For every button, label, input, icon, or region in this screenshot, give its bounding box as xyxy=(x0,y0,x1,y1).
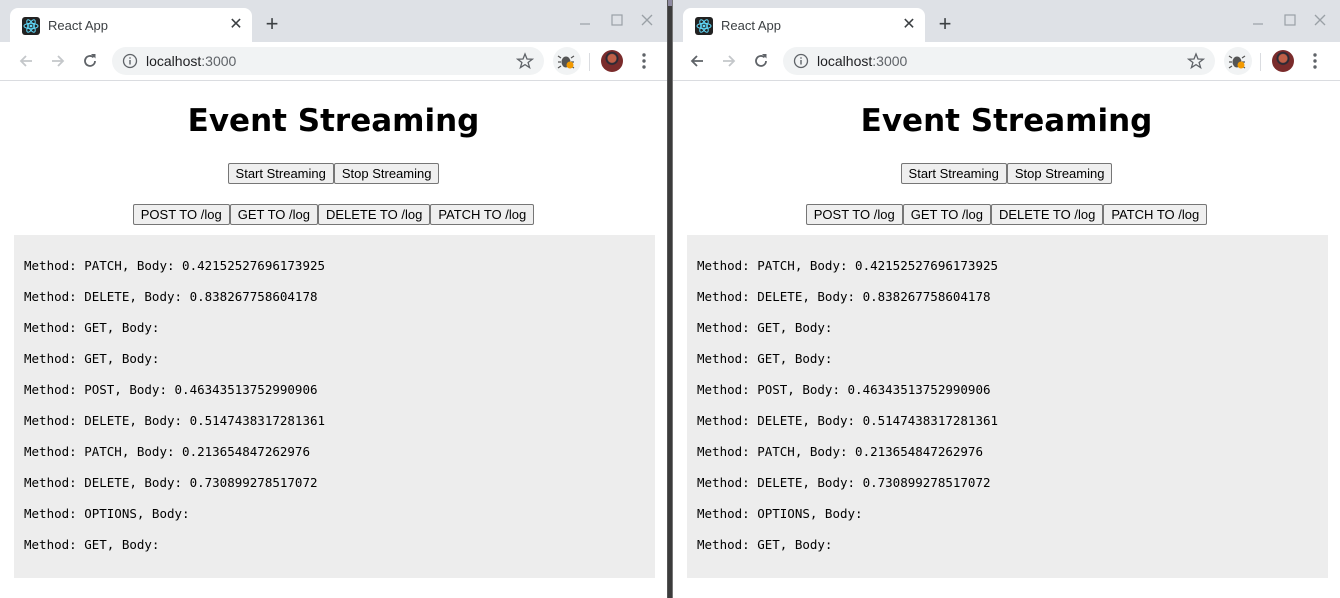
minimize-icon[interactable] xyxy=(577,12,593,28)
patch-log-button[interactable]: PATCH TO /log xyxy=(1103,204,1208,225)
event-log: Method: PATCH, Body: 0.42152527696173925… xyxy=(14,235,655,578)
log-line: Method: GET, Body: xyxy=(24,351,160,366)
stream-controls: Start Streaming Stop Streaming xyxy=(673,163,1340,184)
log-line: Method: DELETE, Body: 0.730899278517072 xyxy=(24,475,318,490)
avatar[interactable] xyxy=(1272,50,1294,72)
react-logo-icon xyxy=(695,17,713,35)
tab-bar: React App ✕ + xyxy=(673,0,1340,42)
window-close-icon[interactable] xyxy=(1312,12,1328,28)
tab-title: React App xyxy=(721,18,781,33)
tab-title: React App xyxy=(48,18,108,33)
browser-toolbar: localhost:3000 xyxy=(0,42,667,81)
log-line: Method: PATCH, Body: 0.42152527696173925 xyxy=(24,258,326,273)
log-line: Method: DELETE, Body: 0.838267758604178 xyxy=(697,289,991,304)
reload-icon[interactable] xyxy=(751,51,771,71)
arrow-left-icon[interactable] xyxy=(687,51,707,71)
delete-log-button[interactable]: DELETE TO /log xyxy=(317,204,431,225)
browser-window-left: React App ✕ + localhost:3000 Event Strea… xyxy=(0,0,668,598)
arrow-right-icon[interactable] xyxy=(719,51,739,71)
method-controls: POST TO /log GET TO /log DELETE TO /log … xyxy=(0,204,667,225)
bug-extension-icon[interactable] xyxy=(553,47,581,75)
arrow-right-icon[interactable] xyxy=(48,51,68,71)
log-line: Method: POST, Body: 0.46343513752990906 xyxy=(697,382,991,397)
plus-icon[interactable]: + xyxy=(262,13,282,35)
kebab-menu-icon[interactable] xyxy=(636,51,652,71)
log-line: Method: GET, Body: xyxy=(697,320,833,335)
react-logo-icon xyxy=(22,17,40,35)
patch-log-button[interactable]: PATCH TO /log xyxy=(430,204,535,225)
info-icon[interactable] xyxy=(793,53,809,69)
window-close-icon[interactable] xyxy=(639,12,655,28)
reload-icon[interactable] xyxy=(80,51,100,71)
log-line: Method: DELETE, Body: 0.5147438317281361 xyxy=(24,413,326,428)
stop-streaming-button[interactable]: Stop Streaming xyxy=(333,163,440,184)
log-line: Method: OPTIONS, Body: xyxy=(24,506,190,521)
toolbar-divider xyxy=(1260,53,1261,71)
plus-icon[interactable]: + xyxy=(935,13,955,35)
log-line: Method: GET, Body: xyxy=(24,537,160,552)
start-streaming-button[interactable]: Start Streaming xyxy=(227,163,334,184)
log-line: Method: PATCH, Body: 0.213654847262976 xyxy=(24,444,310,459)
log-line: Method: PATCH, Body: 0.213654847262976 xyxy=(697,444,983,459)
browser-window-right: React App ✕ + localhost:3000 Event Strea… xyxy=(672,0,1340,598)
avatar[interactable] xyxy=(601,50,623,72)
get-log-button[interactable]: GET TO /log xyxy=(229,204,318,225)
bug-extension-icon[interactable] xyxy=(1224,47,1252,75)
info-icon[interactable] xyxy=(122,53,138,69)
page-content: Event Streaming Start Streaming Stop Str… xyxy=(673,81,1340,598)
kebab-menu-icon[interactable] xyxy=(1307,51,1323,71)
tab-react-app[interactable]: React App ✕ xyxy=(683,8,925,42)
stop-streaming-button[interactable]: Stop Streaming xyxy=(1006,163,1113,184)
url-text: localhost:3000 xyxy=(146,53,237,69)
tab-bar: React App ✕ + xyxy=(0,0,667,42)
page-content: Event Streaming Start Streaming Stop Str… xyxy=(0,81,667,598)
log-line: Method: PATCH, Body: 0.42152527696173925 xyxy=(697,258,999,273)
log-line: Method: GET, Body: xyxy=(24,320,160,335)
log-line: Method: GET, Body: xyxy=(697,537,833,552)
log-line: Method: DELETE, Body: 0.730899278517072 xyxy=(697,475,991,490)
delete-log-button[interactable]: DELETE TO /log xyxy=(990,204,1104,225)
post-log-button[interactable]: POST TO /log xyxy=(805,204,903,225)
start-streaming-button[interactable]: Start Streaming xyxy=(900,163,1007,184)
page-title: Event Streaming xyxy=(187,103,480,139)
stream-controls: Start Streaming Stop Streaming xyxy=(0,163,667,184)
toolbar-divider xyxy=(589,53,590,71)
log-line: Method: POST, Body: 0.46343513752990906 xyxy=(24,382,318,397)
get-log-button[interactable]: GET TO /log xyxy=(902,204,991,225)
tab-react-app[interactable]: React App ✕ xyxy=(10,8,252,42)
star-icon[interactable] xyxy=(1187,52,1205,70)
close-icon[interactable]: ✕ xyxy=(228,17,244,33)
event-log: Method: PATCH, Body: 0.42152527696173925… xyxy=(687,235,1328,578)
url-text: localhost:3000 xyxy=(817,53,908,69)
arrow-left-icon[interactable] xyxy=(16,51,36,71)
address-bar[interactable]: localhost:3000 xyxy=(112,47,544,75)
log-line: Method: DELETE, Body: 0.5147438317281361 xyxy=(697,413,999,428)
log-line: Method: DELETE, Body: 0.838267758604178 xyxy=(24,289,318,304)
method-controls: POST TO /log GET TO /log DELETE TO /log … xyxy=(673,204,1340,225)
maximize-icon[interactable] xyxy=(609,12,625,28)
address-bar[interactable]: localhost:3000 xyxy=(783,47,1215,75)
log-line: Method: OPTIONS, Body: xyxy=(697,506,863,521)
post-log-button[interactable]: POST TO /log xyxy=(132,204,230,225)
browser-toolbar: localhost:3000 xyxy=(673,42,1340,81)
star-icon[interactable] xyxy=(516,52,534,70)
close-icon[interactable]: ✕ xyxy=(901,17,917,33)
page-title: Event Streaming xyxy=(860,103,1153,139)
minimize-icon[interactable] xyxy=(1250,12,1266,28)
maximize-icon[interactable] xyxy=(1282,12,1298,28)
log-line: Method: GET, Body: xyxy=(697,351,833,366)
